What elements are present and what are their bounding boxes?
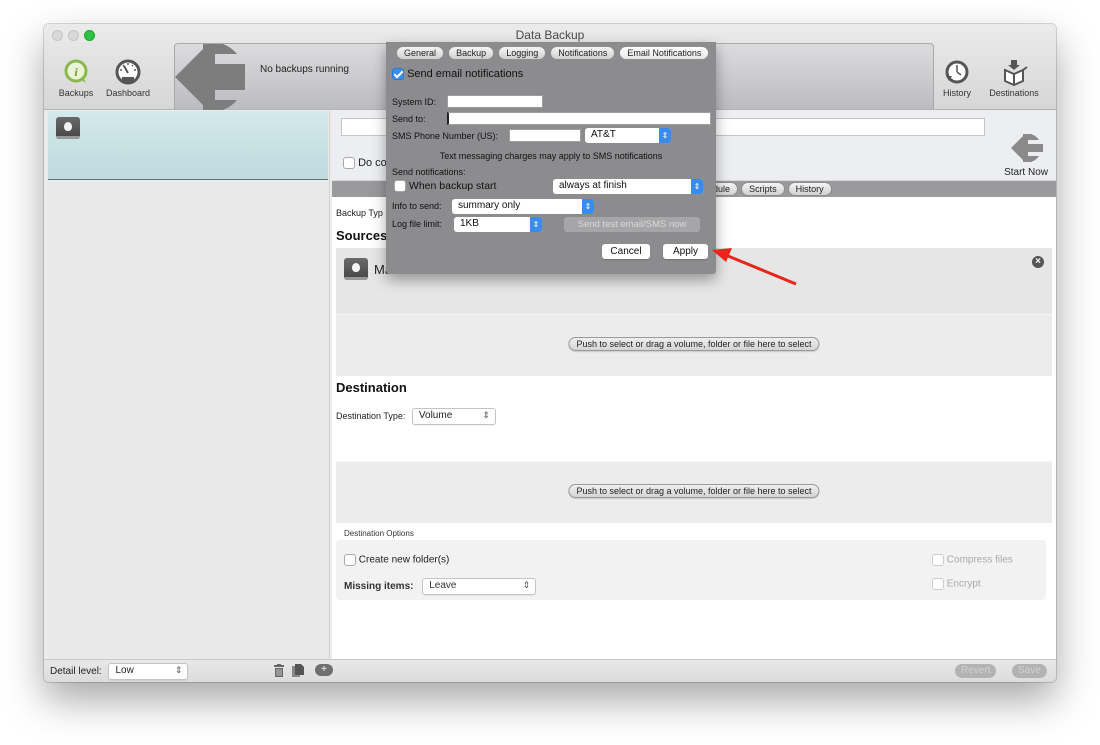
chevron-updown-icon: ⇕: [174, 665, 183, 675]
duplicate-icon[interactable]: [292, 664, 304, 677]
encrypt-checkbox[interactable]: Encrypt: [932, 578, 981, 590]
toolbar-dashboard-button[interactable]: Dashboard: [100, 59, 156, 98]
carrier-select[interactable]: AT&T ⇕: [585, 128, 671, 143]
do-checkbox-box[interactable]: [343, 157, 355, 170]
backup-list-item[interactable]: [48, 111, 328, 180]
sheet-tab-logging[interactable]: Logging: [498, 46, 547, 60]
finish-notify-select[interactable]: always at finish ⇕: [553, 179, 703, 194]
destination-options-panel: Create new folder(s) Missing items: Leav…: [336, 540, 1046, 600]
destination-type-label: Destination Type:: [336, 410, 406, 421]
hard-drive-icon: [56, 117, 80, 139]
backups-label: Backups: [58, 88, 94, 98]
start-now-arrow-icon: [1011, 134, 1044, 162]
destination-type-row: Destination Type: Volume ⇕: [336, 408, 496, 425]
when-backup-start-checkbox[interactable]: When backup start: [394, 180, 496, 193]
compress-files-checkbox[interactable]: Compress files: [932, 554, 1013, 566]
sheet-tab-backup[interactable]: Backup: [448, 46, 495, 60]
send-test-button[interactable]: Send test email/SMS now: [564, 217, 700, 232]
sms-phone-label: SMS Phone Number (US):: [392, 131, 499, 141]
chevron-updown-icon: ⇕: [482, 410, 490, 420]
hard-drive-icon: [344, 258, 368, 280]
dashboard-label: Dashboard: [105, 88, 151, 98]
backup-list-sidebar: [48, 111, 330, 659]
missing-items-row: Missing items: Leave ⇕: [344, 578, 537, 595]
backup-type-label: Backup Typ: [336, 208, 383, 218]
missing-items-select[interactable]: Leave ⇕: [422, 578, 537, 595]
history-label: History: [942, 88, 971, 98]
send-to-input[interactable]: [447, 112, 711, 125]
tab-scripts[interactable]: Scripts: [741, 182, 785, 196]
stepper-icon: ⇕: [582, 199, 594, 214]
stepper-icon: ⇕: [530, 217, 542, 232]
sheet-tab-bar: General Backup Logging Notifications Ema…: [396, 46, 710, 60]
sheet-tab-general[interactable]: General: [396, 46, 445, 60]
cancel-button[interactable]: Cancel: [602, 244, 650, 259]
backups-icon: i: [62, 58, 90, 86]
send-to-label: Send to:: [392, 114, 426, 124]
stepper-icon: ⇕: [691, 179, 703, 194]
revert-button[interactable]: Revert: [955, 664, 997, 678]
save-button[interactable]: Save: [1012, 664, 1047, 678]
detail-level-label: Detail level:: [50, 666, 102, 678]
select-destination-button[interactable]: Push to select or drag a volume, folder …: [568, 484, 820, 498]
sms-phone-input[interactable]: [509, 129, 581, 142]
system-id-input[interactable]: [447, 95, 543, 108]
do-checkbox[interactable]: Do co: [343, 157, 387, 170]
start-now-button[interactable]: Start Now: [1004, 132, 1048, 178]
log-file-limit-select[interactable]: 1KB ⇕: [454, 217, 542, 232]
info-to-send-select[interactable]: summary only ⇕: [452, 199, 594, 214]
send-notifications-label: Send notifications:: [392, 167, 466, 177]
destinations-box-icon: [1000, 58, 1028, 87]
sheet-tab-email-notifications[interactable]: Email Notifications: [619, 46, 710, 60]
history-clock-icon: [943, 58, 971, 86]
select-source-button[interactable]: Push to select or drag a volume, folder …: [568, 337, 820, 351]
remove-source-icon[interactable]: ×: [1032, 256, 1044, 268]
window-title: Data Backup: [515, 28, 585, 42]
system-id-label: System ID:: [392, 97, 437, 107]
destination-type-select[interactable]: Volume ⇕: [411, 408, 496, 425]
toolbar-destinations-button[interactable]: Destinations: [984, 60, 1044, 98]
status-text: No backups running: [260, 64, 349, 75]
backup-arrow-icon: [175, 44, 245, 110]
trash-icon[interactable]: [274, 664, 284, 677]
toolbar-history-button[interactable]: History: [937, 60, 977, 98]
missing-items-label: Missing items:: [344, 581, 414, 593]
source-drop-zone[interactable]: Push to select or drag a volume, folder …: [336, 314, 1052, 376]
email-notifications-sheet: General Backup Logging Notifications Ema…: [386, 42, 716, 274]
stepper-icon: ⇕: [659, 128, 671, 143]
destination-drop-zone[interactable]: Push to select or drag a volume, folder …: [336, 461, 1052, 523]
destinations-label: Destinations: [989, 88, 1039, 98]
send-email-checkbox[interactable]: Send email notifications: [392, 68, 523, 81]
destination-options-label: Destination Options: [344, 529, 414, 538]
detail-level-row: Detail level: Low ⇕: [50, 663, 189, 680]
toolbar-backups-button[interactable]: i Backups: [56, 59, 96, 98]
sources-heading: Sources: [336, 228, 388, 243]
sms-charges-note: Text messaging charges may apply to SMS …: [439, 151, 663, 161]
info-to-send-label: Info to send:: [392, 201, 442, 211]
tab-history[interactable]: History: [787, 182, 832, 196]
sheet-tab-notifications[interactable]: Notifications: [550, 46, 616, 60]
destination-heading: Destination: [336, 380, 407, 395]
add-backup-button[interactable]: +: [315, 664, 333, 676]
bottom-bar: Detail level: Low ⇕ + Revert Save: [44, 659, 1056, 682]
start-now-label: Start Now: [1004, 167, 1048, 178]
annotation-arrow-icon: [712, 248, 797, 286]
detail-level-select[interactable]: Low ⇕: [108, 663, 189, 680]
chevron-updown-icon: ⇕: [522, 580, 531, 590]
log-file-limit-label: Log file limit:: [392, 219, 443, 229]
create-new-folder-checkbox[interactable]: Create new folder(s): [344, 554, 449, 566]
dashboard-gauge-icon: [114, 58, 142, 86]
